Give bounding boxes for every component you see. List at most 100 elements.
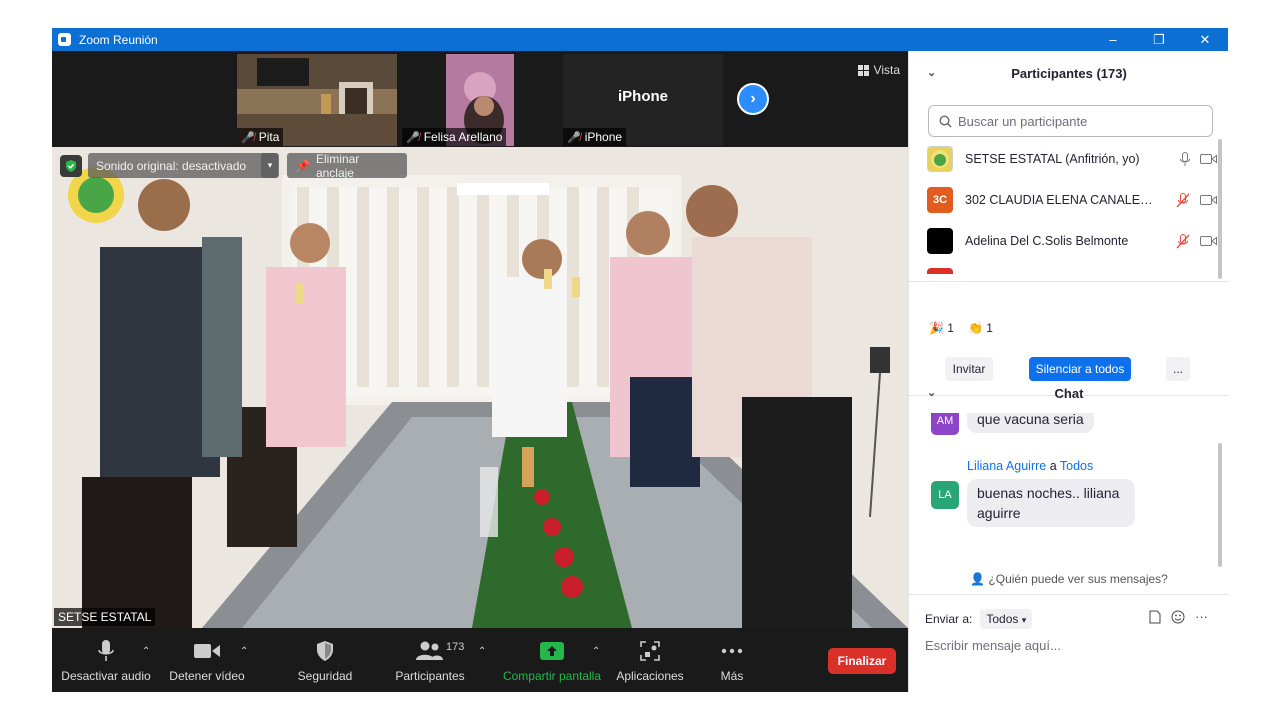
- thumbnail-pita[interactable]: 🎤̸ Pita: [237, 54, 397, 146]
- main-video[interactable]: Sonido original: desactivado ▾ 📌 Elimina…: [52, 147, 908, 628]
- close-button[interactable]: ✕: [1182, 28, 1228, 51]
- chat-panel-header: ⌄ Chat: [909, 375, 1229, 411]
- send-to-label: Enviar a:: [925, 612, 973, 626]
- security-button[interactable]: Seguridad: [288, 628, 362, 692]
- thumbnail-center-label: iPhone: [617, 88, 668, 105]
- shield-icon: [315, 638, 335, 664]
- original-sound-label: Sonido original: desactivado: [96, 158, 247, 173]
- participant-row[interactable]: Adelina Del C.Solis Belmonte: [927, 226, 1217, 256]
- video-camera-icon: [194, 638, 220, 664]
- mute-label: Desactivar audio: [61, 668, 151, 683]
- thumbnail-name: Pita: [258, 130, 280, 144]
- avatar: [927, 228, 953, 254]
- avatar: 3C: [927, 187, 953, 213]
- participants-panel-title: Participantes (173): [1011, 65, 1127, 81]
- view-button-label: Vista: [873, 63, 900, 77]
- reactions-summary: 🎉 1 👏 1: [929, 321, 993, 335]
- thumbnail-iphone[interactable]: iPhone 🎤̸ iPhone: [563, 54, 723, 146]
- participant-name: SETSE ESTATAL (Anfitrión, yo): [965, 152, 1140, 166]
- original-sound-toggle[interactable]: Sonido original: desactivado: [88, 153, 278, 178]
- video-camera-icon[interactable]: [1200, 194, 1217, 206]
- chevron-down-icon: ▾: [267, 160, 273, 170]
- chevron-down-icon[interactable]: ⌄: [927, 386, 936, 399]
- clap-icon: 👏: [967, 321, 983, 335]
- reaction-clap: 👏 1: [968, 321, 993, 335]
- chat-message-input[interactable]: Escribir mensaje aquí...: [925, 638, 1061, 653]
- window-title: Zoom Reunión: [79, 32, 158, 47]
- participants-scrollbar[interactable]: [1218, 139, 1222, 279]
- chat-scrollbar[interactable]: [1218, 443, 1222, 567]
- more-button[interactable]: Más: [706, 628, 758, 692]
- thumbnail-strip: 🎤̸ Pita 🎤̸ Felisa Arellano iPhone 🎤̸ iPh…: [52, 51, 908, 147]
- chevron-down-icon[interactable]: ⌄: [927, 66, 936, 79]
- title-bar: Zoom Reunión – ❐ ✕: [52, 28, 1228, 51]
- chat-connector: a: [1049, 459, 1057, 473]
- chat-messages: AM que vacuna seria Liliana Aguirre a To…: [909, 413, 1229, 561]
- original-sound-dropdown[interactable]: ▾: [261, 153, 279, 178]
- audio-options-caret[interactable]: ⌃: [142, 646, 150, 657]
- chat-sender[interactable]: Liliana Aguirre: [967, 459, 1046, 473]
- thumbnail-felisa[interactable]: 🎤̸ Felisa Arellano: [402, 54, 562, 146]
- main-video-scene: [52, 147, 908, 628]
- recipient-dropdown[interactable]: Todos ▾: [980, 609, 1033, 629]
- chevron-down-icon: ▾: [1021, 615, 1027, 625]
- participants-label: Participantes: [395, 668, 465, 683]
- video-options-caret[interactable]: ⌃: [240, 646, 248, 657]
- next-page-button[interactable]: ›: [737, 83, 769, 115]
- video-camera-icon[interactable]: [1200, 235, 1217, 247]
- file-icon[interactable]: [1149, 610, 1161, 624]
- chat-recipient[interactable]: Todos: [1060, 459, 1093, 473]
- apps-label: Aplicaciones: [616, 668, 684, 683]
- mic-muted-icon[interactable]: [1176, 192, 1190, 208]
- send-to-row: Enviar a: Todos ▾: [925, 609, 1033, 629]
- emoji-icon[interactable]: [1171, 610, 1185, 624]
- chat-bubble: que vacuna seria: [967, 413, 1094, 433]
- microphone-icon[interactable]: [1180, 151, 1190, 167]
- window-controls: – ❐ ✕: [1090, 28, 1228, 51]
- reaction-tada: 🎉 1: [929, 321, 954, 335]
- chat-tools: ···: [1149, 609, 1208, 624]
- participant-search-input[interactable]: Buscar un participante: [928, 105, 1213, 137]
- share-screen-label: Compartir pantalla: [502, 668, 602, 683]
- who-can-see-label: ¿Quién puede ver sus mensajes?: [988, 572, 1168, 586]
- participants-options-caret[interactable]: ⌃: [478, 646, 486, 657]
- search-icon: [939, 114, 952, 127]
- view-button[interactable]: Vista: [857, 63, 900, 77]
- mic-muted-icon: 🎤̸: [567, 131, 581, 144]
- chat-sender-line: Liliana Aguirre a Todos: [967, 459, 1093, 473]
- thumbnail-nameplate: 🎤̸ Pita: [237, 128, 284, 146]
- mic-muted-icon[interactable]: [1176, 233, 1190, 249]
- share-screen-icon: [540, 638, 564, 664]
- avatar: [927, 268, 953, 274]
- unpin-button[interactable]: 📌 Eliminar anclaje: [287, 151, 407, 180]
- more-dots-icon[interactable]: ···: [1195, 609, 1208, 624]
- mic-muted-icon: 🎤̸: [241, 131, 255, 144]
- encryption-shield-icon[interactable]: [60, 155, 82, 177]
- participant-name: 302 CLAUDIA ELENA CANALES ...: [965, 193, 1157, 207]
- people-icon: 👤: [970, 572, 986, 586]
- reaction-count: 1: [986, 321, 993, 335]
- end-meeting-button[interactable]: Finalizar: [828, 648, 896, 674]
- apps-icon: [640, 638, 660, 664]
- participants-icon: [416, 638, 444, 664]
- video-camera-icon[interactable]: [1200, 153, 1217, 165]
- participant-row[interactable]: SETSE ESTATAL (Anfitrión, yo): [927, 144, 1217, 174]
- mute-button[interactable]: Desactivar audio: [60, 628, 152, 692]
- share-options-caret[interactable]: ⌃: [592, 646, 600, 657]
- who-can-see-messages[interactable]: 👤 ¿Quién puede ver sus mensajes?: [909, 572, 1229, 586]
- thumbnail-name: Felisa Arellano: [423, 130, 503, 144]
- avatar: AM: [931, 413, 959, 435]
- participants-button[interactable]: Participantes: [388, 628, 472, 692]
- more-dots-icon: [721, 638, 743, 664]
- apps-button[interactable]: Aplicaciones: [612, 628, 688, 692]
- minimize-button[interactable]: –: [1090, 28, 1136, 51]
- stop-video-button[interactable]: Detener vídeo: [164, 628, 250, 692]
- unpin-label: Eliminar anclaje: [315, 151, 360, 180]
- recipient-value: Todos: [986, 612, 1019, 626]
- more-label: Más: [720, 668, 744, 683]
- restore-button[interactable]: ❐: [1136, 28, 1182, 51]
- mic-muted-icon: 🎤̸: [406, 131, 420, 144]
- participant-row[interactable]: 3C 302 CLAUDIA ELENA CANALES ...: [927, 185, 1217, 215]
- zoom-window: Zoom Reunión – ❐ ✕ 🎤̸ Pita 🎤̸ Felisa Are…: [52, 28, 1229, 692]
- share-screen-button[interactable]: Compartir pantalla: [498, 628, 606, 692]
